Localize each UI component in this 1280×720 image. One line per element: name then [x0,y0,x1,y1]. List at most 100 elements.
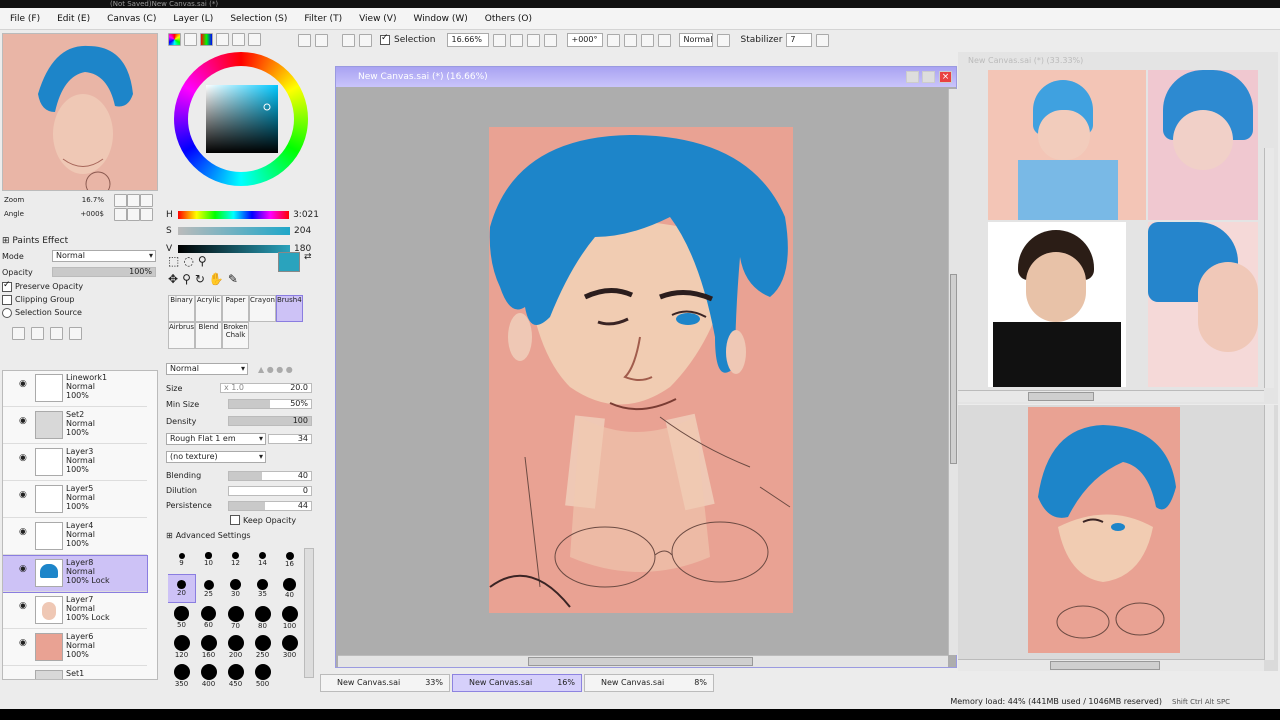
dilution-slider[interactable]: 0 [228,485,312,496]
magic-wand-icon[interactable]: ⚲ [198,254,207,268]
hsv-slider-tab[interactable] [200,33,213,46]
tab-canvas-3[interactable]: New Canvas.sai 8% [584,674,714,692]
nav-rotate-left[interactable] [114,207,127,221]
persistence-slider[interactable]: 44 [228,500,312,511]
brush-tool-active[interactable]: Brush4C [276,295,303,322]
brush-size-preset[interactable]: 250 [249,633,276,660]
rgb-slider-tab[interactable] [184,33,197,46]
rotation-dropdown[interactable] [607,33,621,47]
vertical-scroll-thumb[interactable] [950,274,957,464]
reference-scroll-thumb[interactable] [1028,392,1094,401]
acrylic-tool[interactable]: Acrylic [195,295,222,322]
brush-size-preset[interactable]: 70 [222,604,249,631]
close-button[interactable]: × [939,71,952,83]
move-icon[interactable]: ✥ [168,272,178,286]
advanced-settings-label[interactable]: Advanced Settings [176,531,251,540]
size-slider[interactable]: x 1.0 20.0 [220,383,312,393]
eye-icon[interactable]: ◉ [19,638,27,648]
rotate-reset-button[interactable] [658,33,672,47]
new-set-button[interactable] [50,327,63,340]
eye-icon[interactable]: ◉ [19,601,27,611]
layer-row[interactable]: ◉ Set2 Normal 100% [3,408,147,444]
menu-edit[interactable]: Edit (E) [57,14,90,24]
preview-vertical-scrollbar[interactable] [1264,405,1274,660]
layer-row[interactable]: ◉ Layer4 Normal 100% [3,519,147,555]
scratchpad-tab[interactable] [232,33,245,46]
maximize-button[interactable] [922,71,935,83]
preview-horizontal-scrollbar[interactable] [958,659,1264,671]
rect-select-icon[interactable]: ⬚ [168,254,179,268]
zoom-in-button[interactable] [527,33,541,47]
nav-zoom-out[interactable] [114,193,127,207]
invert-selection-button[interactable] [359,33,372,47]
rotate-left-button[interactable] [624,33,638,47]
brush-size-preset[interactable]: 30 [222,575,249,602]
selection-checkbox[interactable] [380,33,390,45]
clipping-group-checkbox[interactable] [2,294,12,305]
selection-source-checkbox[interactable] [2,307,12,318]
new-layer-button[interactable] [12,327,25,340]
color-wheel[interactable] [164,47,319,197]
zoom-dropdown[interactable] [493,33,507,47]
nav-rotate-reset[interactable] [140,207,153,221]
layer-row[interactable]: ◉ Layer6 Normal 100% [3,630,147,666]
navigator-preview[interactable] [2,33,158,191]
nav-rotate-right[interactable] [127,207,140,221]
opacity-slider[interactable]: 100% [52,267,156,277]
eye-icon[interactable]: ◉ [19,453,27,463]
menu-selection[interactable]: Selection (S) [230,14,287,24]
layer-row[interactable]: ◉ Layer7 Normal 100% Lock [3,593,147,629]
layer-row-active[interactable]: ◉ Layer8 Normal 100% Lock [3,555,148,593]
brush-shape-strength[interactable]: 34 [268,434,312,444]
stabilizer-field[interactable]: 7 [786,33,813,47]
paper-tool[interactable]: Paper [222,295,249,322]
broken-chalk-tool[interactable]: Broken Chalk [222,322,249,349]
brush-size-preset[interactable]: 300 [276,633,303,660]
brush-size-preset[interactable]: 160 [195,633,222,660]
preview-scroll-thumb[interactable] [1050,661,1160,670]
hand-icon[interactable]: ✋ [209,272,224,286]
lasso-icon[interactable]: ◌ [183,254,193,268]
brush-size-preset[interactable]: 14 [249,546,276,573]
brush-size-preset[interactable]: 16 [276,546,303,573]
menu-view[interactable]: View (V) [359,14,396,24]
rotate-icon[interactable]: ↻ [195,272,205,286]
flip-button[interactable] [717,33,731,47]
crayon-tool[interactable]: Crayon [249,295,276,322]
blending-slider[interactable]: 40 [228,470,312,481]
delete-layer-button[interactable] [69,327,82,340]
menu-canvas[interactable]: Canvas (C) [107,14,156,24]
eye-icon[interactable]: ◉ [19,416,27,426]
blend-mode-field[interactable]: Normal [679,33,714,47]
paint-effect-header[interactable]: ⊞ Paints Effect [2,236,158,248]
advanced-expand-icon[interactable]: ⊞ [166,531,173,540]
canvas-vertical-scrollbar[interactable] [948,89,958,655]
menu-layer[interactable]: Layer (L) [173,14,213,24]
canvas-viewport[interactable] [340,87,944,655]
canvas-horizontal-scrollbar[interactable] [338,655,948,667]
brush-size-preset[interactable]: 120 [168,633,195,660]
mode-select[interactable]: Normal [52,250,156,262]
eye-icon[interactable]: ◉ [19,490,27,500]
brush-size-preset[interactable]: 400 [195,662,222,689]
brush-size-preset[interactable]: 20 [168,574,196,603]
layer-row[interactable]: ◉ Layer3 Normal 100% [3,445,147,481]
brush-size-preset[interactable]: 80 [249,604,276,631]
swatches-tab[interactable] [216,33,229,46]
zoom-icon[interactable]: ⚲ [182,272,191,286]
current-color-swatch[interactable] [278,252,300,272]
zoom-reset-button[interactable] [544,33,558,47]
zoom-field[interactable]: 16.66% [447,33,490,47]
layer-row[interactable]: ◉ Layer5 Normal 100% [3,482,147,518]
rotation-field[interactable]: +000° [567,33,604,47]
brush-shape-select[interactable]: Rough Flat 1 em [166,433,266,445]
stabilizer-dropdown[interactable] [816,33,830,47]
zoom-out-button[interactable] [510,33,524,47]
menu-file[interactable]: File (F) [10,14,40,24]
brush-size-preset[interactable]: 50 [168,604,195,631]
rotate-right-button[interactable] [641,33,655,47]
brush-mode-select[interactable]: Normal [166,363,248,375]
brush-size-preset[interactable]: 40 [276,575,303,602]
brush-size-preset[interactable]: 35 [249,575,276,602]
menu-window[interactable]: Window (W) [413,14,467,24]
